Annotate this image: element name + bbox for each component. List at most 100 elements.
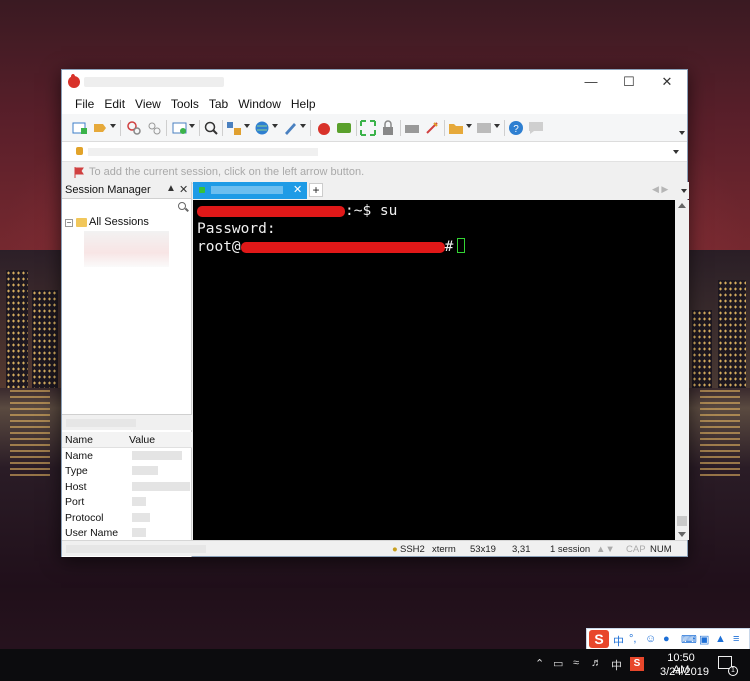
chevron-down-icon[interactable] xyxy=(272,124,278,128)
sogou-tray-icon[interactable]: S xyxy=(630,657,644,671)
keyboard-icon[interactable]: ⌨ xyxy=(681,633,697,646)
chevron-down-icon[interactable] xyxy=(300,124,306,128)
menu-window[interactable]: Window xyxy=(233,94,286,114)
chevron-down-icon[interactable] xyxy=(673,150,679,154)
battery-icon[interactable]: ▭ xyxy=(553,657,563,670)
sogou-ime-logo[interactable]: S xyxy=(589,630,609,648)
tree-item-session-redacted[interactable] xyxy=(62,231,191,267)
keymap-icon[interactable] xyxy=(404,120,420,136)
chevron-down-icon[interactable] xyxy=(244,124,250,128)
folder-icon xyxy=(76,218,87,227)
lock-icon[interactable] xyxy=(380,120,396,136)
new-tab-button[interactable]: + xyxy=(309,183,323,197)
tree-item-all-sessions[interactable]: − All Sessions xyxy=(62,215,191,231)
prop-key: User Name xyxy=(65,527,119,539)
status-bar: ● SSH2 xterm 53x19 3,31 1 session ▲▼ CAP… xyxy=(62,540,687,556)
search-icon[interactable] xyxy=(178,202,186,210)
menu-file[interactable]: File xyxy=(70,94,99,114)
ime-language-icon[interactable]: 中 xyxy=(613,633,624,649)
securefx-icon[interactable] xyxy=(336,120,352,136)
feedback-icon[interactable] xyxy=(528,120,544,136)
toolbar-separator xyxy=(199,120,200,136)
bookmark-flag-icon[interactable] xyxy=(74,167,84,178)
app-logo-icon xyxy=(68,74,80,88)
close-tab-icon[interactable]: ✕ xyxy=(293,183,302,196)
menu-tools[interactable]: Tools xyxy=(166,94,204,114)
menu-view[interactable]: View xyxy=(130,94,166,114)
script-icon[interactable] xyxy=(282,120,298,136)
properties-title-redacted xyxy=(66,419,136,427)
emoji-icon[interactable]: ☺ xyxy=(645,633,656,645)
city-right xyxy=(688,250,750,390)
toolbar-separator xyxy=(310,120,311,136)
menu-edit[interactable]: Edit xyxy=(99,94,130,114)
status-protocol: SSH2 xyxy=(400,544,425,555)
punctuation-icon[interactable]: °, xyxy=(629,633,636,645)
toolbar-separator xyxy=(400,120,401,136)
show-hidden-icons-icon[interactable]: ⌃ xyxy=(535,657,544,670)
maximize-button[interactable]: ☐ xyxy=(610,70,648,94)
chevron-down-icon[interactable] xyxy=(110,124,116,128)
chevron-down-icon[interactable] xyxy=(466,124,472,128)
chat-window-icon[interactable] xyxy=(424,120,440,136)
quick-connect-icon[interactable] xyxy=(92,120,108,136)
securecrt-icon[interactable] xyxy=(316,120,332,136)
find-icon[interactable] xyxy=(203,120,219,136)
collapse-icon[interactable]: − xyxy=(65,219,73,227)
title-bar[interactable]: — ☐ ✕ xyxy=(62,70,687,94)
ime-language-indicator[interactable]: 中 xyxy=(611,657,622,673)
skin-icon[interactable]: ▲ xyxy=(715,633,726,645)
disconnect-icon[interactable] xyxy=(146,120,162,136)
volume-icon[interactable]: ♬ xyxy=(591,657,602,669)
session-manager-title: Session Manager xyxy=(65,184,151,196)
menu-grid-icon[interactable]: ≡ xyxy=(733,633,739,645)
terminal-text: # xyxy=(444,239,454,255)
chevron-down-icon[interactable] xyxy=(494,124,500,128)
properties-header xyxy=(62,414,192,430)
menu-help[interactable]: Help xyxy=(286,94,321,114)
tab-session[interactable]: ✕ xyxy=(193,182,307,199)
minimize-button[interactable]: — xyxy=(572,70,610,94)
close-icon[interactable]: ✕ xyxy=(179,183,188,196)
terminal-scrollbar[interactable] xyxy=(675,200,689,540)
table-row: Host xyxy=(62,479,192,495)
pin-icon[interactable]: ▲ xyxy=(166,183,176,194)
tab-scroll-arrows[interactable]: ◀ ▶ xyxy=(652,184,668,195)
chevron-down-icon[interactable] xyxy=(681,189,687,193)
terminal[interactable]: :~$ su Password: root@ # xyxy=(193,200,675,540)
address-bar[interactable] xyxy=(62,142,687,162)
session-options-icon[interactable] xyxy=(226,120,242,136)
sftp-icon[interactable] xyxy=(448,120,464,136)
clock-date[interactable]: 3/24/2019 xyxy=(660,666,709,678)
help-icon[interactable]: ? xyxy=(508,120,524,136)
prop-value-redacted xyxy=(132,528,146,537)
prop-key: Host xyxy=(65,480,87,493)
close-button[interactable]: ✕ xyxy=(648,70,686,94)
session-nav-arrows: ▲▼ xyxy=(596,544,615,555)
chevron-down-icon[interactable] xyxy=(189,124,195,128)
table-row: Protocol xyxy=(62,510,192,526)
globe-icon[interactable] xyxy=(254,120,270,136)
status-num: NUM xyxy=(650,544,672,555)
connect-icon[interactable] xyxy=(72,120,88,136)
table-row: User Name xyxy=(62,525,192,541)
status-message-redacted xyxy=(66,545,206,553)
scroll-up-icon[interactable] xyxy=(678,203,686,208)
session-filter[interactable] xyxy=(62,199,191,215)
scroll-thumb[interactable] xyxy=(677,516,687,526)
fullscreen-icon[interactable] xyxy=(360,120,376,136)
menu-tab[interactable]: Tab xyxy=(204,94,233,114)
toolbox-icon[interactable]: ▣ xyxy=(699,633,709,646)
toolbar-overflow-icon[interactable] xyxy=(679,131,685,135)
new-tab-icon[interactable] xyxy=(172,120,188,136)
microphone-icon[interactable]: ● xyxy=(663,633,670,645)
scroll-down-icon[interactable] xyxy=(678,532,686,537)
redacted-hostname xyxy=(240,241,445,253)
wifi-icon[interactable]: ≈ xyxy=(573,657,579,669)
lock-icon xyxy=(76,147,83,155)
prop-key: Name xyxy=(65,449,94,462)
layout-icon[interactable] xyxy=(476,120,492,136)
table-header: Name Value xyxy=(62,432,192,448)
tab-label-redacted xyxy=(211,186,283,194)
reconnect-icon[interactable] xyxy=(126,120,142,136)
